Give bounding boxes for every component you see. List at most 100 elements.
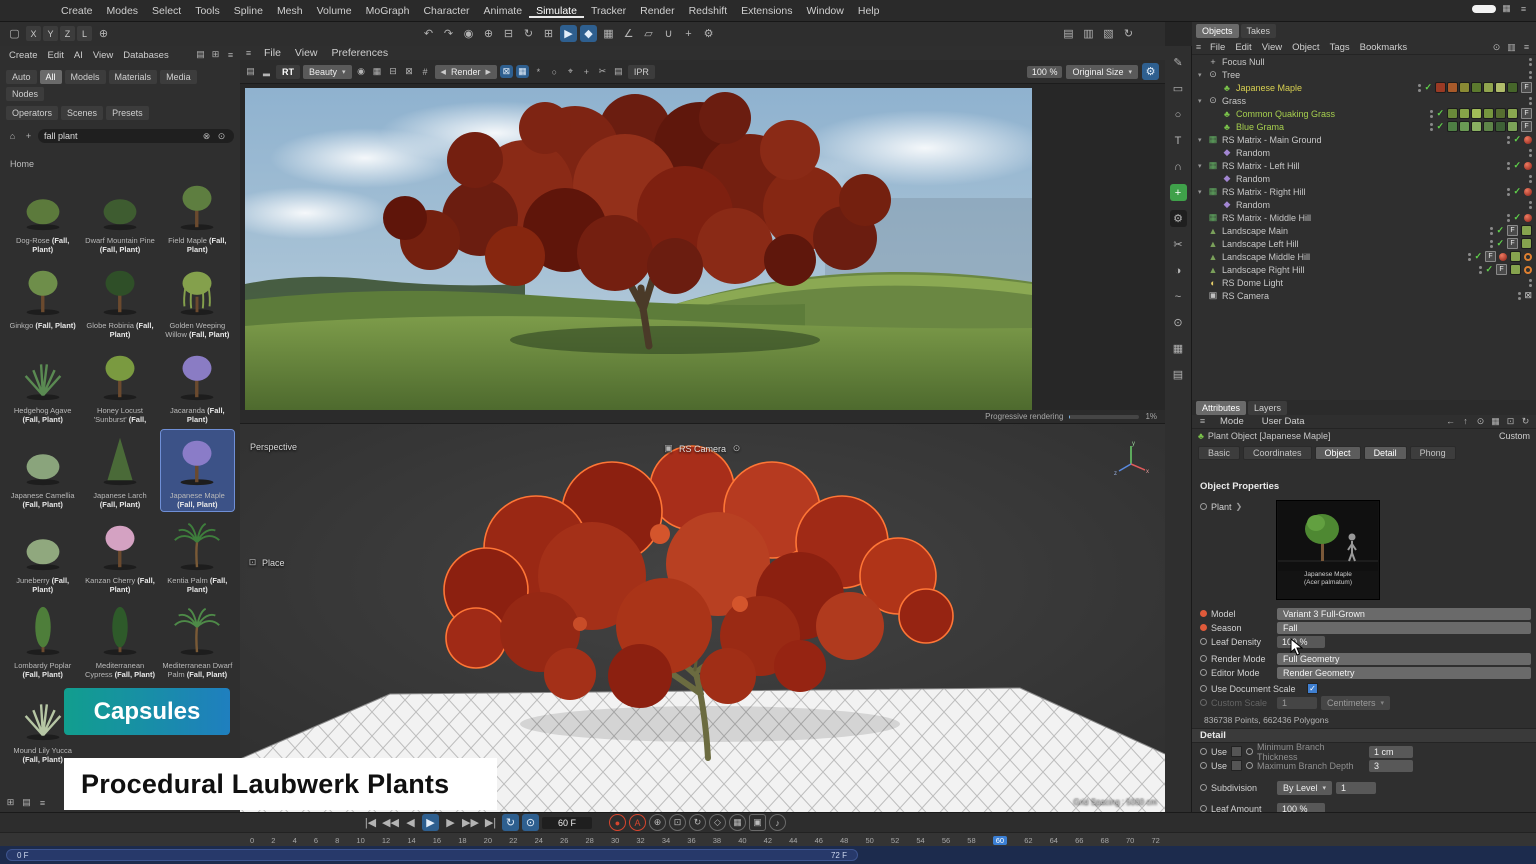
texture-swatch-icon[interactable] [1447, 82, 1458, 93]
ruler-tick[interactable]: 28 [585, 836, 593, 845]
search-icon[interactable]: ⊙ [1490, 41, 1503, 54]
texture-swatch-icon[interactable] [1495, 82, 1506, 93]
texture-swatch-icon[interactable] [1495, 121, 1506, 132]
asset-tile[interactable]: Mediterranean Dwarf Palm (Fall, Plant) [161, 600, 234, 681]
enabled-check-icon[interactable]: ✓ [1436, 108, 1444, 119]
visibility-dots-icon[interactable] [1430, 123, 1433, 131]
camera-options-icon[interactable]: ⊙ [730, 442, 743, 455]
ruler-tick[interactable]: 10 [356, 836, 364, 845]
zoom-field[interactable]: 100 % [1027, 66, 1063, 78]
objects-menu-view[interactable]: View [1257, 42, 1287, 53]
ruler-tick[interactable]: 12 [382, 836, 390, 845]
filter-tab-nodes[interactable]: Nodes [6, 87, 44, 101]
subdivision-mode-dropdown[interactable]: By Level▾ [1277, 781, 1332, 795]
modeling-settings-icon[interactable]: ⚙ [1170, 210, 1187, 227]
prev-frame-icon[interactable]: ◀ [402, 814, 419, 831]
filter-tab-all[interactable]: All [40, 70, 62, 84]
visibility-dots-icon[interactable] [1507, 136, 1510, 144]
texture-swatch-icon[interactable] [1459, 82, 1470, 93]
layers-icon[interactable]: ▤ [612, 65, 625, 78]
asset-tile[interactable]: Golden Weeping Willow (Fall, Plant) [161, 260, 234, 341]
next-key-icon[interactable]: ▶▶ [462, 814, 479, 831]
tab-attributes[interactable]: Attributes [1196, 401, 1246, 415]
asset-menu-create[interactable]: Create [4, 50, 43, 61]
tab-layers[interactable]: Layers [1248, 401, 1287, 415]
plant-thumbnail[interactable]: Japanese Maple (Acer palmatum) [1276, 500, 1380, 600]
object-row[interactable]: ♣Common Quaking Grass✓F [1192, 107, 1536, 120]
leaf-amount-dot[interactable] [1200, 805, 1207, 812]
enabled-check-icon[interactable]: ✓ [1513, 160, 1521, 171]
menu-redshift[interactable]: Redshift [682, 4, 735, 18]
menu-select[interactable]: Select [145, 4, 188, 18]
texture-swatch-icon[interactable] [1471, 108, 1482, 119]
render-view[interactable] [240, 84, 1165, 410]
refresh-icon[interactable]: ↻ [1519, 415, 1532, 428]
ruler-tick[interactable]: 54 [916, 836, 924, 845]
protection-tag-icon[interactable]: ⊠ [1524, 290, 1532, 301]
enabled-check-icon[interactable]: ✓ [1513, 134, 1521, 145]
search-icon[interactable]: ⊙ [1474, 415, 1487, 428]
editor-mode-dot[interactable] [1200, 669, 1207, 676]
objects-menu-object[interactable]: Object [1287, 42, 1324, 53]
search-field[interactable]: fall plant ⊗ ⊙ [38, 129, 234, 143]
editor-viewport[interactable]: Perspective ▣ RS Camera ⊙ ⊡ Place y x z … [240, 424, 1165, 812]
texture-swatch-icon[interactable] [1507, 82, 1518, 93]
keyframe-selection-icon[interactable]: ▣ [749, 814, 766, 831]
texture-swatch-icon[interactable] [1471, 121, 1482, 132]
menu-spline[interactable]: Spline [227, 4, 270, 18]
menu-help[interactable]: Help [851, 4, 887, 18]
texture-swatch-icon[interactable] [1435, 82, 1446, 93]
sound-icon[interactable]: ♪ [769, 814, 786, 831]
field-tag-icon[interactable]: F [1507, 225, 1518, 236]
material-swatch-icon[interactable] [1510, 264, 1521, 275]
render-settings-gear-icon[interactable]: ⚙ [1142, 63, 1159, 80]
camera-pick-icon[interactable]: ◉ [355, 65, 368, 78]
home-icon[interactable]: ⌂ [6, 130, 19, 143]
min-branch-use-dot[interactable] [1200, 748, 1207, 755]
object-row[interactable]: +Focus Null [1192, 55, 1536, 68]
object-row[interactable]: ◆Random [1192, 146, 1536, 159]
max-depth-field[interactable]: 3 [1369, 760, 1413, 772]
record-scale-icon[interactable]: ⊡ [669, 814, 686, 831]
playback-mode-icon[interactable]: ⊙ [522, 814, 539, 831]
ruler-tick[interactable]: 34 [662, 836, 670, 845]
field-tag-icon[interactable]: F [1521, 82, 1532, 93]
asset-tile[interactable]: Juneberry (Fall, Plant) [6, 515, 79, 596]
menu-window[interactable]: Window [800, 4, 851, 18]
texture-swatch-icon[interactable] [1483, 121, 1494, 132]
material-swatch-icon[interactable] [1521, 225, 1532, 236]
enabled-check-icon[interactable]: ✓ [1513, 186, 1521, 197]
ruler-tick[interactable]: 24 [535, 836, 543, 845]
visibility-dots-icon[interactable] [1507, 188, 1510, 196]
render-target-dropdown[interactable]: ◀Render▶ [435, 65, 497, 79]
menu-mograph[interactable]: MoGraph [359, 4, 417, 18]
ruler-tick[interactable]: 18 [458, 836, 466, 845]
max-depth-use-dot[interactable] [1200, 762, 1207, 769]
text-tool-icon[interactable]: T [1170, 132, 1187, 149]
axis-z-button[interactable]: Z [60, 26, 75, 41]
ruler-tick[interactable]: 20 [484, 836, 492, 845]
visibility-dots-icon[interactable] [1507, 214, 1510, 222]
list-icon[interactable]: ≡ [1520, 41, 1533, 54]
capsules-icon[interactable]: + [1170, 184, 1187, 201]
asset-tile[interactable]: Globe Robinia (Fall, Plant) [83, 260, 156, 341]
object-row[interactable]: ▾▦RS Matrix - Left Hill✓ [1192, 159, 1536, 172]
goto-end-icon[interactable]: ▶| [482, 814, 499, 831]
subdivision-field[interactable]: 1 [1336, 782, 1376, 794]
subtab-operators[interactable]: Operators [6, 106, 58, 120]
subtab-scenes[interactable]: Scenes [61, 106, 103, 120]
expander-icon[interactable]: ▾ [1198, 71, 1207, 79]
visibility-dots-icon[interactable] [1418, 84, 1421, 92]
search-settings-icon[interactable]: ⊙ [215, 130, 228, 143]
object-row[interactable]: ▦RS Matrix - Middle Hill✓ [1192, 211, 1536, 224]
ruler-tick[interactable]: 22 [509, 836, 517, 845]
back-icon[interactable]: ← [1444, 415, 1457, 428]
asset-tile[interactable]: Honey Locust 'Sunburst' (Fall, Plant) [83, 345, 156, 426]
ruler-tick[interactable]: 68 [1101, 836, 1109, 845]
ruler-tick[interactable]: 16 [433, 836, 441, 845]
ruler-tick[interactable]: 58 [967, 836, 975, 845]
asset-tile[interactable]: Ginkgo (Fall, Plant) [6, 260, 79, 341]
target-icon[interactable]: ⌖ [564, 65, 577, 78]
next-frame-icon[interactable]: ▶ [442, 814, 459, 831]
live-selection-icon[interactable]: ◉ [460, 25, 477, 42]
